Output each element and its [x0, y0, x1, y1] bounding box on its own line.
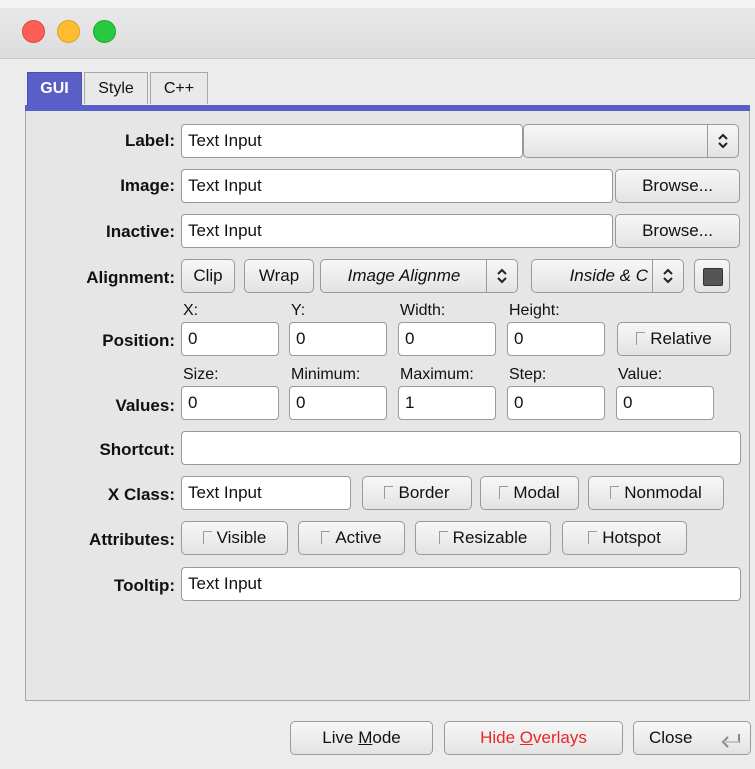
tooltip-input[interactable]: Text Input: [181, 567, 741, 601]
align-wrap-button[interactable]: Wrap: [244, 259, 314, 293]
values-size-input[interactable]: 0: [181, 386, 279, 420]
image-browse-button[interactable]: Browse...: [615, 169, 740, 203]
position-height-input[interactable]: 0: [507, 322, 605, 356]
visible-toggle[interactable]: Visible: [181, 521, 288, 555]
live-mode-label-part: ode: [372, 728, 401, 747]
modal-label: Modal: [513, 483, 560, 502]
border-toggle[interactable]: Border: [362, 476, 472, 510]
values-size-header: Size:: [183, 366, 219, 383]
attributes-caption: Attributes:: [89, 530, 175, 549]
title-bar[interactable]: [0, 0, 755, 59]
relative-label: Relative: [650, 329, 712, 348]
values-minimum-input[interactable]: 0: [289, 386, 387, 420]
tab-style[interactable]: Style: [84, 72, 148, 104]
values-caption: Values:: [115, 396, 175, 415]
checkbox-icon: [499, 486, 509, 499]
shortcut-input[interactable]: [181, 431, 741, 465]
tab-gui[interactable]: GUI: [27, 72, 82, 106]
minimize-window-button[interactable]: [57, 20, 80, 43]
xclass-caption: X Class:: [107, 485, 175, 504]
nonmodal-toggle[interactable]: Nonmodal: [588, 476, 724, 510]
checkbox-icon: [384, 486, 394, 499]
tooltip-caption: Tooltip:: [113, 576, 175, 595]
hotspot-label: Hotspot: [602, 528, 661, 547]
values-value-input[interactable]: 0: [616, 386, 714, 420]
label-type-select[interactable]: [523, 124, 739, 158]
position-height-header: Height:: [509, 302, 560, 319]
hide-overlays-button[interactable]: Hide Overlays: [444, 721, 623, 755]
position-caption: Position:: [102, 331, 175, 350]
live-mode-label-part: Live: [322, 728, 359, 747]
inside-alignment-value: Inside & C: [569, 266, 648, 285]
nonmodal-label: Nonmodal: [624, 483, 702, 502]
resizable-toggle[interactable]: Resizable: [415, 521, 551, 555]
inside-alignment-select[interactable]: Inside & C: [531, 259, 684, 293]
updown-arrows-icon: [486, 260, 517, 292]
close-window-button[interactable]: [22, 20, 45, 43]
checkbox-icon: [321, 531, 331, 544]
hide-overlays-label-part: Hide: [480, 728, 520, 747]
close-label: Close: [649, 728, 693, 747]
position-x-header: X:: [183, 302, 199, 319]
checkbox-icon: [610, 486, 620, 499]
active-toggle[interactable]: Active: [298, 521, 405, 555]
image-caption: Image:: [120, 176, 175, 195]
position-width-header: Width:: [400, 302, 446, 319]
visible-label: Visible: [216, 528, 267, 547]
relative-toggle[interactable]: Relative: [617, 322, 731, 356]
image-input[interactable]: Text Input: [181, 169, 613, 203]
tab-cpp[interactable]: C++: [150, 72, 208, 104]
active-label: Active: [335, 528, 382, 547]
image-alignment-select[interactable]: Image Alignme: [320, 259, 518, 293]
checkbox-icon: [636, 332, 646, 345]
hide-overlays-label-part: verlays: [533, 728, 587, 747]
xclass-input[interactable]: Text Input: [181, 476, 351, 510]
resizable-label: Resizable: [452, 528, 528, 547]
checkbox-icon: [438, 531, 448, 544]
checkbox-icon: [588, 531, 598, 544]
values-step-input[interactable]: 0: [507, 386, 605, 420]
values-value-header: Value:: [618, 366, 663, 383]
color-swatch-icon: [703, 268, 723, 286]
live-mode-mnemonic: M: [358, 728, 373, 747]
widget-properties-window: GUI Style C++ Label: Text Input Image: T…: [0, 0, 755, 769]
shortcut-caption: Shortcut:: [99, 440, 175, 459]
alignment-caption: Alignment:: [86, 268, 175, 287]
label-caption: Label:: [124, 131, 175, 150]
inactive-caption: Inactive:: [106, 222, 175, 241]
label-input[interactable]: Text Input: [181, 124, 523, 158]
close-button[interactable]: Close: [633, 721, 751, 755]
align-clip-button[interactable]: Clip: [181, 259, 235, 293]
return-key-icon: [720, 729, 742, 754]
hotspot-toggle[interactable]: Hotspot: [562, 521, 687, 555]
position-y-input[interactable]: 0: [289, 322, 387, 356]
updown-arrows-icon: [652, 260, 683, 292]
zoom-window-button[interactable]: [93, 20, 116, 43]
inactive-browse-button[interactable]: Browse...: [615, 214, 740, 248]
position-y-header: Y:: [291, 302, 306, 319]
border-label: Border: [398, 483, 450, 502]
modal-toggle[interactable]: Modal: [480, 476, 579, 510]
position-x-input[interactable]: 0: [181, 322, 279, 356]
values-maximum-input[interactable]: 1: [398, 386, 496, 420]
inactive-input[interactable]: Text Input: [181, 214, 613, 248]
image-alignment-value: Image Alignme: [347, 266, 461, 285]
color-swatch-button[interactable]: [694, 259, 730, 293]
updown-arrows-icon: [707, 125, 738, 157]
values-step-header: Step:: [509, 366, 547, 383]
values-maximum-header: Maximum:: [400, 366, 474, 383]
values-minimum-header: Minimum:: [291, 366, 361, 383]
live-mode-button[interactable]: Live Mode: [290, 721, 433, 755]
checkbox-icon: [202, 531, 212, 544]
hide-overlays-mnemonic: O: [519, 728, 534, 747]
position-width-input[interactable]: 0: [398, 322, 496, 356]
title-bar-top-strip: [0, 0, 755, 8]
